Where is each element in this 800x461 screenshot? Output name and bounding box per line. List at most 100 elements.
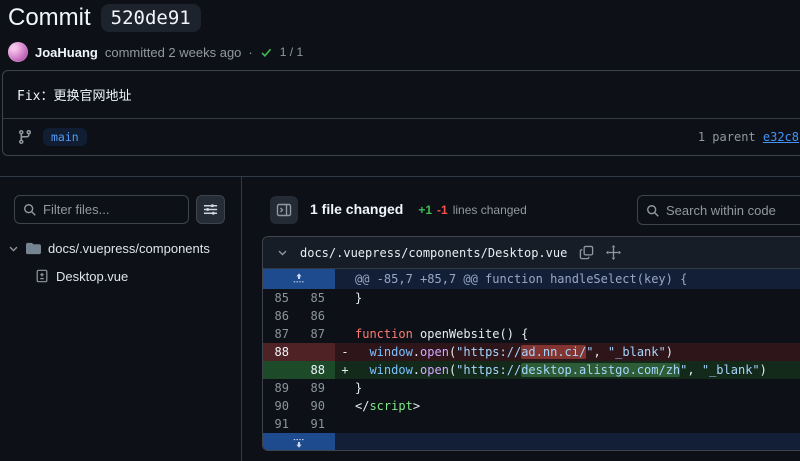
author-row: JoaHuang committed 2 weeks ago · 1 / 1 (8, 42, 303, 62)
new-line-number[interactable]: 87 (299, 325, 335, 343)
files-changed-count: 1 file changed (310, 201, 403, 217)
code-token: "_blank" (608, 345, 666, 359)
code-token: . (413, 363, 420, 377)
old-line-number[interactable]: 85 (263, 289, 299, 307)
new-line-number[interactable]: 90 (299, 397, 335, 415)
code-line (355, 415, 800, 433)
new-line-number[interactable]: 88 (299, 361, 335, 379)
collapse-sidebar-button[interactable] (270, 196, 298, 224)
code-token: "https:// (456, 345, 521, 359)
parent-info: 1 parent e32c8 (698, 130, 799, 144)
chevron-down-icon (277, 247, 288, 258)
old-line-number[interactable]: 89 (263, 379, 299, 397)
copy-path-button[interactable] (579, 245, 594, 260)
old-line-number[interactable]: 88 (263, 343, 299, 361)
diff-row-context: 8686 (263, 307, 800, 325)
checks-status[interactable]: 1 / 1 (280, 45, 303, 59)
tree-file-row[interactable]: Desktop.vue (35, 264, 128, 288)
diff-file-path[interactable]: docs/.vuepress/components/Desktop.vue (300, 246, 567, 260)
new-line-number[interactable] (299, 343, 335, 361)
unfold-up-icon (292, 272, 306, 286)
code-line: } (355, 379, 800, 397)
code-line (355, 307, 800, 325)
sliders-icon (203, 202, 218, 217)
diff-row-context: 9191 (263, 415, 800, 433)
collapse-file-chevron[interactable] (277, 247, 288, 258)
diff-main: 1 file changed +1 -1 lines changed docs/… (242, 177, 800, 461)
page-title-row: Commit 520de91 (8, 4, 201, 32)
old-line-number[interactable]: 87 (263, 325, 299, 343)
code-line: </script> (355, 397, 800, 415)
diff-marker (335, 397, 355, 415)
diff-row-hunk: @@ -85,7 +85,7 @@ function handleSelect(… (263, 269, 800, 289)
commit-meta: committed 2 weeks ago (105, 45, 242, 60)
expand-filler (335, 433, 800, 450)
code-line: } (355, 289, 800, 307)
branch-chip[interactable]: main (43, 128, 87, 146)
diff-row-add: 88+ window.open("https://desktop.alistgo… (263, 361, 800, 379)
diff-row-context: 8585} (263, 289, 800, 307)
tree-folder-row[interactable]: docs/.vuepress/components (8, 236, 210, 260)
diff-rows: @@ -85,7 +85,7 @@ function handleSelect(… (263, 269, 800, 450)
new-line-number[interactable]: 89 (299, 379, 335, 397)
code-token: . (413, 345, 420, 359)
search-within-code-box (637, 195, 800, 225)
file-tree-sidebar: docs/.vuepress/components Desktop.vue (0, 177, 242, 461)
expand-up-button[interactable] (263, 269, 335, 289)
lines-changed-label: lines changed (453, 203, 527, 217)
commit-page: Commit 520de91 JoaHuang committed 2 week… (0, 0, 800, 461)
code-line: function openWebsite() { (355, 325, 800, 343)
search-within-code-input[interactable] (666, 196, 800, 224)
unfold-down-icon (292, 435, 306, 449)
code-line: window.open("https://ad.nn.ci/", "_blank… (355, 343, 800, 361)
diff-row-context: 8989} (263, 379, 800, 397)
commit-footer: main 1 parent e32c8 (3, 118, 800, 155)
code-token: ad.nn.ci/ (521, 345, 586, 359)
commit-message: Fix：更换官网地址 (3, 71, 800, 118)
file-filter-button[interactable] (196, 195, 225, 224)
code-token: function (355, 327, 413, 341)
filter-files-input[interactable] (43, 196, 184, 223)
new-line-number[interactable]: 85 (299, 289, 335, 307)
expand-down-button[interactable] (263, 433, 335, 450)
diff-row-expand (263, 433, 800, 450)
diff-row-context: 9090 </script> (263, 397, 800, 415)
diff-file-header: docs/.vuepress/components/Desktop.vue (263, 237, 800, 269)
code-token: "https:// (456, 363, 521, 377)
tree-file-label: Desktop.vue (56, 269, 128, 284)
code-token: ) (760, 363, 767, 377)
author-name[interactable]: JoaHuang (35, 45, 98, 60)
old-line-number[interactable] (263, 361, 299, 379)
new-line-number[interactable]: 86 (299, 307, 335, 325)
drag-handle[interactable] (606, 245, 621, 260)
code-token: window (355, 345, 413, 359)
new-line-number[interactable]: 91 (299, 415, 335, 433)
commit-box: Fix：更换官网地址 main 1 parent e32c8 (2, 70, 800, 156)
chevron-down-icon (8, 243, 19, 254)
separator-dot: · (248, 45, 252, 60)
file-diff-icon (35, 269, 49, 283)
old-line-number[interactable]: 86 (263, 307, 299, 325)
filter-files-box (14, 195, 189, 224)
old-line-number[interactable]: 90 (263, 397, 299, 415)
code-token: "_blank" (702, 363, 760, 377)
code-token: ) (666, 345, 673, 359)
old-line-number[interactable]: 91 (263, 415, 299, 433)
page-title: Commit (8, 4, 91, 32)
code-token: openWebsite() { (413, 327, 529, 341)
diff-marker: - (335, 343, 355, 361)
parent-sha-link[interactable]: e32c8 (763, 130, 799, 144)
files-changed-summary: 1 file changed +1 -1 lines changed (310, 201, 527, 217)
deletions-count: -1 (437, 203, 448, 217)
code-token: , (687, 363, 701, 377)
code-token: } (355, 381, 362, 395)
move-icon (606, 245, 621, 260)
filter-row (14, 195, 225, 224)
code-token: , (593, 345, 607, 359)
code-token: open (420, 363, 449, 377)
check-icon (260, 46, 273, 59)
avatar[interactable] (8, 42, 28, 62)
code-token: </ (355, 399, 369, 413)
commit-sha-chip: 520de91 (101, 4, 201, 32)
code-token: } (355, 291, 362, 305)
